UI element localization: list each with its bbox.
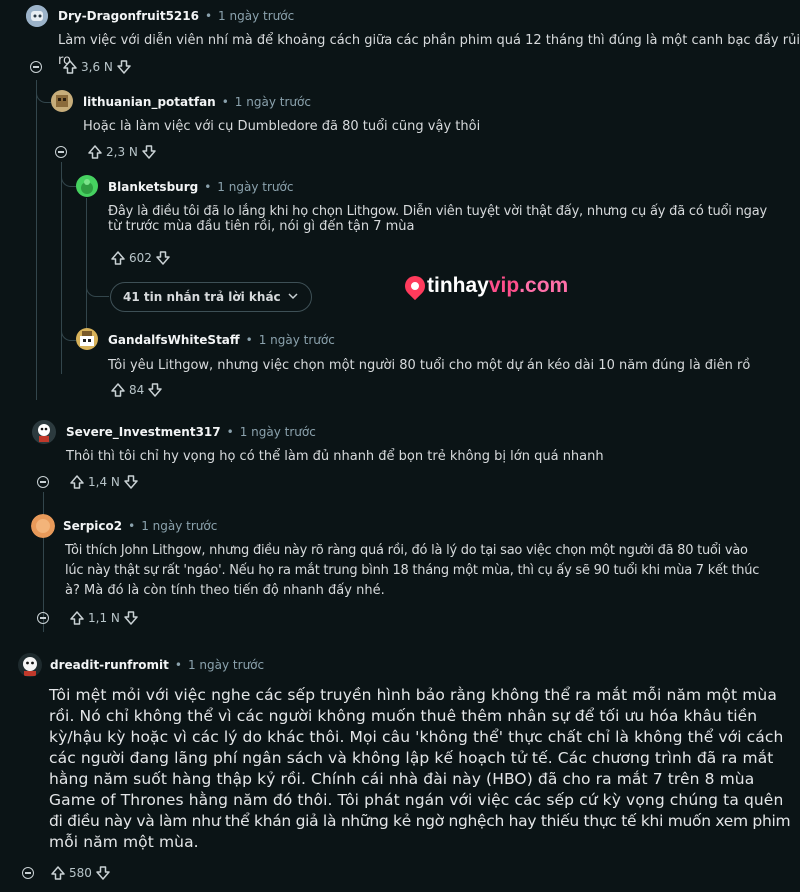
downvote-icon[interactable] bbox=[116, 59, 132, 75]
avatar[interactable] bbox=[76, 328, 98, 350]
collapse-thread-button[interactable] bbox=[22, 867, 34, 879]
watermark-logo: tinhay vip .com bbox=[400, 271, 569, 301]
comment-timestamp: 1 ngày trước bbox=[187, 658, 265, 672]
comment-body-line: từ trước mùa đầu tiên rồi, nói gì đến tậ… bbox=[108, 219, 415, 234]
upvote-icon[interactable] bbox=[69, 610, 85, 626]
separator-dot: • bbox=[245, 333, 253, 347]
upvote-icon[interactable] bbox=[110, 382, 126, 398]
comment-author[interactable]: Serpico2 bbox=[63, 519, 122, 533]
upvote-icon[interactable] bbox=[110, 250, 126, 266]
comment-body-line: các người đang lãng phí ngân sách và khô… bbox=[49, 749, 774, 767]
upvote-icon[interactable] bbox=[87, 144, 103, 160]
comment-body-line: Tôi mệt mỏi với việc nghe các sếp truyền… bbox=[49, 686, 777, 704]
downvote-icon[interactable] bbox=[141, 144, 157, 160]
comment-body-line: lúc này thật sự rất 'ngáo'. Nếu họ ra mắ… bbox=[65, 563, 760, 578]
downvote-icon[interactable] bbox=[123, 610, 139, 626]
comment-author[interactable]: dreadit-runfromit bbox=[50, 658, 169, 672]
comment-body: Làm việc với diễn viên nhí mà để khoảng … bbox=[58, 33, 800, 68]
comment-timestamp: 1 ngày trước bbox=[234, 95, 311, 109]
vote-count: 580 bbox=[69, 866, 92, 880]
comment-body-line: Tôi thích John Lithgow, nhưng điều này r… bbox=[65, 543, 748, 558]
upvote-icon[interactable] bbox=[69, 474, 85, 490]
comment-timestamp: 1 ngày trước bbox=[218, 9, 295, 23]
separator-dot: • bbox=[174, 658, 182, 672]
comment-body-line: rồi. Nó chỉ không thể vì các người không… bbox=[49, 707, 758, 725]
comment-actions: 1,4 N bbox=[37, 474, 139, 490]
chevron-down-icon bbox=[287, 290, 299, 305]
comment-actions: 1,1 N bbox=[37, 610, 139, 626]
comment-author[interactable]: GandalfsWhiteStaff bbox=[108, 333, 240, 347]
comment-actions: 3,6 N bbox=[30, 59, 132, 75]
comment-body-line: kỳ/hậu kỳ hoặc vì các lý do khác thôi. M… bbox=[49, 728, 784, 746]
comment-body: Tôi yêu Lithgow, nhưng việc chọn một ngư… bbox=[108, 358, 751, 373]
downvote-icon[interactable] bbox=[123, 474, 139, 490]
vote-count: 3,6 N bbox=[81, 60, 113, 74]
comment-author[interactable]: Blanketsburg bbox=[108, 180, 198, 194]
comment-actions: 580 bbox=[22, 865, 111, 881]
separator-dot: • bbox=[128, 519, 136, 533]
comment-actions: 84 bbox=[110, 382, 163, 398]
avatar[interactable] bbox=[32, 420, 56, 444]
more-replies-button[interactable]: 41 tin nhắn trả lời khác bbox=[110, 282, 312, 312]
avatar[interactable] bbox=[31, 514, 55, 538]
upvote-icon[interactable] bbox=[62, 59, 78, 75]
watermark-prefix: tinhay bbox=[427, 274, 489, 297]
downvote-icon[interactable] bbox=[147, 382, 163, 398]
watermark-suffix: .com bbox=[519, 274, 569, 297]
downvote-icon[interactable] bbox=[95, 865, 111, 881]
avatar[interactable] bbox=[26, 5, 48, 27]
watermark-vip: vip bbox=[488, 274, 520, 297]
collapse-thread-button[interactable] bbox=[37, 612, 49, 624]
comment-body-line: à? Mà đó là còn tính theo tiến độ nhanh … bbox=[65, 583, 385, 598]
collapse-thread-button[interactable] bbox=[55, 146, 67, 158]
vote-count: 2,3 N bbox=[106, 145, 138, 159]
more-replies-label: 41 tin nhắn trả lời khác bbox=[123, 290, 281, 304]
avatar[interactable] bbox=[51, 90, 73, 112]
comment-body-line: mỗi năm một mùa. bbox=[49, 833, 199, 851]
comment-body: Tôi mệt mỏi với việc nghe các sếp truyền… bbox=[49, 685, 791, 853]
comment-body: Thôi thì tôi chỉ hy vọng họ có thể làm đ… bbox=[66, 449, 604, 464]
comment-actions: 2,3 N bbox=[55, 144, 157, 160]
upvote-icon[interactable] bbox=[50, 865, 66, 881]
comment-body-line: hằng năm suốt hàng thập kỷ rồi. Chính cá… bbox=[49, 770, 755, 788]
comment-body: Hoặc là làm việc với cụ Dumbledore đã 80… bbox=[83, 119, 481, 134]
collapse-thread-button[interactable] bbox=[37, 476, 49, 488]
separator-dot: • bbox=[204, 180, 212, 194]
comment-timestamp: 1 ngày trước bbox=[239, 425, 316, 439]
separator-dot: • bbox=[226, 425, 234, 439]
separator-dot: • bbox=[221, 95, 229, 109]
comment-actions: 602 bbox=[110, 250, 171, 266]
comment-timestamp: 1 ngày trước bbox=[141, 519, 218, 533]
comment-author[interactable]: Dry-Dragonfruit5216 bbox=[58, 9, 199, 23]
downvote-icon[interactable] bbox=[155, 250, 171, 266]
comment-timestamp: 1 ngày trước bbox=[217, 180, 294, 194]
collapse-thread-button[interactable] bbox=[30, 61, 42, 73]
vote-count: 84 bbox=[129, 383, 145, 397]
vote-count: 602 bbox=[129, 251, 152, 265]
separator-dot: • bbox=[204, 9, 213, 23]
vote-count: 1,1 N bbox=[88, 611, 120, 625]
comment-author[interactable]: Severe_Investment317 bbox=[66, 425, 221, 439]
avatar[interactable] bbox=[76, 175, 98, 197]
comment-body-line: đi điều này và làm như thể khán giả là n… bbox=[49, 812, 791, 830]
vote-count: 1,4 N bbox=[88, 475, 120, 489]
comment-author[interactable]: lithuanian_potatfan bbox=[83, 95, 216, 109]
avatar[interactable] bbox=[18, 653, 42, 677]
comment-body-line: Game of Thrones hằng năm đó thôi. Tôi ph… bbox=[49, 791, 784, 809]
location-pin-icon bbox=[400, 271, 430, 301]
comment-timestamp: 1 ngày trước bbox=[258, 333, 335, 347]
